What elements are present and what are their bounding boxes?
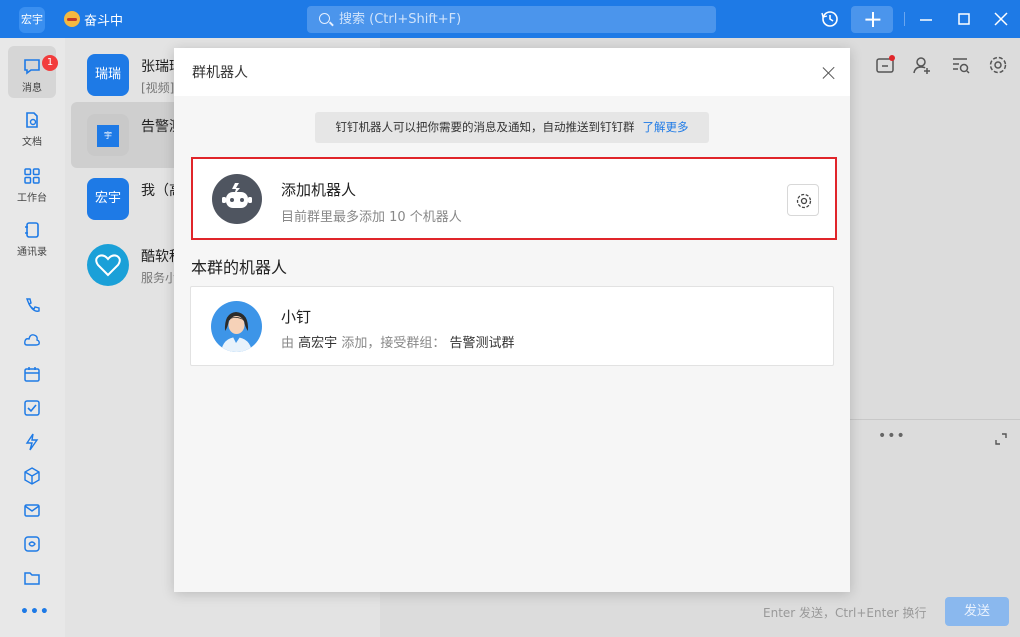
send-button[interactable]: 发送 [945, 597, 1009, 626]
status-text: 奋斗中 [84, 13, 124, 29]
robot-person-icon [221, 312, 252, 352]
dialog-title: 群机器人 [192, 65, 248, 81]
calendar-icon[interactable] [22, 364, 42, 384]
status-indicator[interactable]: 奋斗中 [64, 9, 123, 29]
nav-label: 文档 [22, 137, 42, 148]
nav-item-workbench[interactable]: 工作台 [8, 156, 56, 208]
section-title: 本群的机器人 [191, 258, 288, 277]
tip-text: 钉钉机器人可以把你需要的消息及通知，自动推送到钉钉群 [335, 120, 635, 134]
gear-icon [796, 193, 812, 209]
nav-item-contacts[interactable]: 通讯录 [8, 210, 56, 262]
avatar: 宇 [87, 114, 129, 156]
todo-icon[interactable] [22, 398, 42, 418]
search-placeholder: 搜索 (Ctrl+Shift+F) [339, 12, 462, 27]
add-robot-title: 添加机器人 [281, 181, 357, 199]
robot-creator: 高宏宇 [298, 336, 338, 351]
more-icon[interactable]: ••• [20, 604, 50, 620]
avatar-text: 宇 [97, 125, 119, 147]
user-avatar[interactable]: 宏宇 [19, 7, 45, 33]
cube-icon[interactable] [22, 466, 42, 486]
title-bar: 宏宇 奋斗中 搜索 (Ctrl+Shift+F) [0, 0, 1020, 38]
info-tip: 钉钉机器人可以把你需要的消息及通知，自动推送到钉钉群 了解更多 [315, 112, 709, 143]
folder-icon[interactable] [22, 568, 42, 588]
mail-icon[interactable] [22, 500, 42, 520]
robot-info-mid: 添加，接受群组： [341, 336, 446, 351]
robot-icon [222, 183, 252, 208]
nav-label: 通讯录 [17, 247, 47, 258]
left-nav: 1 消息 文档 工作台 通讯录 ••• [0, 38, 65, 637]
nav-label: 工作台 [17, 193, 47, 204]
conversation-preview: [视频] [141, 81, 175, 95]
add-member-icon[interactable] [911, 54, 933, 76]
add-robot-subtitle: 目前群里最多添加 10 个机器人 [281, 210, 462, 225]
search-input[interactable]: 搜索 (Ctrl+Shift+F) [307, 6, 716, 33]
nav-item-docs[interactable]: 文档 [8, 100, 56, 152]
search-history-icon[interactable] [950, 54, 972, 76]
apps-icon [24, 168, 40, 184]
contacts-icon [25, 222, 39, 238]
dialog-header: 群机器人 [174, 48, 850, 96]
nav-label: 消息 [22, 83, 42, 94]
divider [904, 12, 905, 26]
robot-info: 由 高宏宇 添加，接受群组： 告警测试群 [281, 332, 514, 351]
robot-group: 告警测试群 [449, 336, 515, 351]
minimize-icon[interactable] [916, 9, 936, 29]
maximize-icon[interactable] [954, 9, 974, 29]
status-emoji-icon [64, 11, 80, 27]
more-options-icon[interactable]: ••• [878, 428, 906, 444]
phone-icon[interactable] [22, 296, 42, 316]
nav-item-messages[interactable]: 1 消息 [8, 46, 58, 98]
robot-info-prefix: 由 [281, 336, 295, 351]
input-hint: Enter 发送，Ctrl+Enter 换行 [763, 606, 927, 620]
group-robot-dialog: 群机器人 钉钉机器人可以把你需要的消息及通知，自动推送到钉钉群 了解更多 添加机器… [174, 48, 850, 592]
chat-icon [24, 59, 40, 75]
avatar [211, 301, 262, 352]
history-icon[interactable] [820, 9, 840, 29]
add-robot-card[interactable]: 添加机器人 目前群里最多添加 10 个机器人 [191, 157, 837, 240]
settings-icon[interactable] [987, 54, 1009, 76]
robot-list-item[interactable]: 小钉 由 高宏宇 添加，接受群组： 告警测试群 [190, 286, 834, 366]
document-icon [26, 112, 38, 128]
robot-settings-button[interactable] [787, 184, 819, 216]
cloud-icon[interactable] [22, 330, 42, 350]
avatar: 宏宇 [87, 178, 129, 220]
sticker-icon[interactable] [22, 534, 42, 554]
avatar [87, 244, 129, 286]
avatar: 瑞瑞 [87, 54, 129, 96]
unread-badge: 1 [42, 55, 58, 71]
robot-avatar [212, 174, 262, 224]
close-icon[interactable] [822, 66, 836, 80]
notice-icon[interactable] [874, 54, 896, 76]
heart-logo-icon [95, 254, 121, 277]
search-icon [319, 13, 330, 24]
expand-icon[interactable] [994, 432, 1008, 446]
lightning-icon[interactable] [22, 432, 42, 452]
robot-name: 小钉 [281, 308, 312, 326]
learn-more-link[interactable]: 了解更多 [643, 120, 689, 134]
divider [850, 419, 1020, 420]
plus-icon[interactable] [851, 6, 893, 33]
close-icon[interactable] [991, 9, 1011, 29]
